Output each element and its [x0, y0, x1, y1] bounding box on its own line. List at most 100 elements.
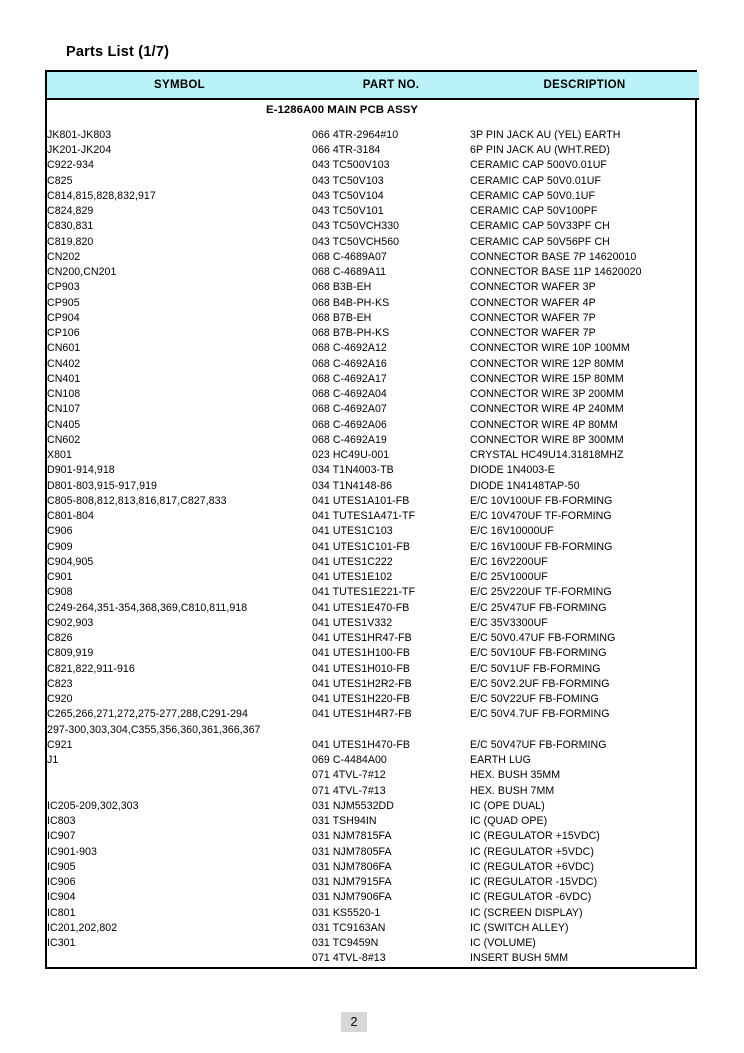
cell-symbol: IC201,202,802	[47, 921, 118, 934]
cell-description: E/C 50V22UF FB-FOMING	[470, 693, 599, 705]
table-header-row: SYMBOL PART NO. DESCRIPTION	[47, 72, 699, 100]
cell-description: CONNECTOR WIRE 10P 100MM	[470, 342, 630, 355]
cell-description: CONNECTOR WIRE 15P 80MM	[470, 372, 624, 385]
cell-part-no: 041 UTES1H220-FB	[312, 693, 410, 705]
table-row: CP904 068 B7B-EH CONNECTOR WAFER 7P	[47, 311, 699, 326]
cell-symbol: X801	[47, 449, 72, 461]
cell-description: CONNECTOR WIRE 8P 300MM	[470, 433, 624, 446]
cell-symbol: CN108	[47, 388, 81, 400]
table-row: CP903 068 B3B-EH CONNECTOR WAFER 3P	[47, 280, 699, 295]
table-row: C805-808,812,813,816,817,C827,833 041 UTE…	[47, 494, 699, 509]
parts-list-table: SYMBOL PART NO. DESCRIPTION E-1286A00 MA…	[47, 72, 699, 967]
cell-symbol: CN401	[47, 372, 81, 385]
cell-description: CONNECTOR WAFER 7P	[470, 311, 596, 324]
cell-symbol: C819,820	[47, 235, 94, 248]
table-row: CP106 068 B7B-PH-KS CONNECTOR WAFER 7P	[47, 326, 699, 341]
table-header: SYMBOL PART NO. DESCRIPTION	[47, 72, 699, 100]
cell-part-no: 041 UTES1E102	[312, 571, 393, 583]
table-row: C830,831 043 TC50VCH330 CERAMIC CAP 50V33P…	[47, 219, 699, 234]
table-row: IC901-903 031 NJM7805FA IC (REGULATOR +5VD…	[47, 845, 699, 860]
cell-description: CERAMIC CAP 50V0.1UF	[470, 189, 596, 202]
cell-symbol: CN202	[47, 250, 81, 263]
cell-part-no: 043 TC50V101	[312, 205, 384, 217]
cell-symbol: IC803	[47, 815, 76, 827]
cell-part-no: 071 4TVL-7#12	[312, 769, 386, 782]
table-row: IC907 031 NJM7815FA IC (REGULATOR +15VDC)	[47, 829, 699, 844]
cell-part-no: 071 4TVL-8#13	[312, 952, 386, 965]
cell-description: IC (OPE DUAL)	[470, 799, 545, 812]
table-row: J1 069 C-4484A00 EARTH LUG	[47, 753, 699, 768]
table-row: 071 4TVL-8#13 INSERT BUSH 5MM	[47, 951, 699, 966]
cell-description: IC (REGULATOR +6VDC)	[470, 860, 594, 873]
cell-part-no: 041 TUTES1E221-TF	[312, 586, 416, 599]
cell-symbol: 297-300,303,304,C355,356,360,361,366,367	[47, 723, 261, 736]
cell-description: E/C 25V47UF FB-FORMING	[470, 601, 607, 614]
table-row: CN402 068 C-4692A16 CONNECTOR WIRE 12P 80M…	[47, 357, 699, 372]
cell-part-no: 041 TUTES1A471-TF	[312, 510, 416, 522]
parts-list-table-container: SYMBOL PART NO. DESCRIPTION E-1286A00 MA…	[45, 70, 699, 969]
cell-symbol: C904,905	[47, 555, 94, 568]
table-row: C824,829 043 TC50V101 CERAMIC CAP 50V100PF	[47, 204, 699, 219]
cell-part-no: 043 TC50V103	[312, 174, 384, 187]
cell-description: CERAMIC CAP 50V100PF	[470, 205, 598, 217]
cell-part-no: 068 B3B-EH	[312, 281, 372, 294]
cell-part-no: 043 TC50VCH560	[312, 235, 400, 248]
table-row: CN108 068 C-4692A04 CONNECTOR WIRE 3P 200M…	[47, 387, 699, 402]
cell-description: CONNECTOR BASE 7P 14620010	[470, 250, 637, 263]
cell-symbol: C906	[47, 525, 73, 538]
table-row: C825 043 TC50V103 CERAMIC CAP 50V0.01UF	[47, 174, 699, 189]
cell-symbol	[47, 784, 312, 799]
cell-part-no: 041 UTES1H010-FB	[312, 662, 410, 675]
cell-part-no: 031 NJM7906FA	[312, 891, 392, 904]
cell-description: CONNECTOR WAFER 3P	[470, 281, 596, 294]
cell-part-no: 034 T1N4003-TB	[312, 464, 394, 477]
cell-description: E/C 25V1000UF	[470, 571, 548, 583]
table-row: IC803 031 TSH94IN IC (QUAD OPE)	[47, 814, 699, 829]
cell-symbol: C805-808,812,813,816,817,C827,833	[47, 494, 227, 507]
cell-part-no: 031 TSH94IN	[312, 815, 377, 827]
table-row: IC904 031 NJM7906FA IC (REGULATOR -6VDC)	[47, 890, 699, 905]
cell-description: E/C 10V100UF FB-FORMING	[470, 494, 613, 507]
table-row: D801-803,915-917,919 034 T1N4148-86 DIODE …	[47, 479, 699, 494]
table-row: C921 041 UTES1H470-FB E/C 50V47UF FB-FORMI…	[47, 738, 699, 753]
cell-part-no: 041 UTES1C103	[312, 525, 393, 538]
table-row: C909 041 UTES1C101-FB E/C 16V100UF FB-FORM…	[47, 540, 699, 555]
cell-part-no: 041 UTES1E470-FB	[312, 601, 410, 614]
cell-description: CONNECTOR WIRE 4P 240MM	[470, 403, 624, 416]
table-row: D901-914,918 034 T1N4003-TB DIODE 1N4003-E	[47, 463, 699, 478]
cell-part-no: 068 B4B-PH-KS	[312, 296, 390, 309]
table-row: IC201,202,802 031 TC9163AN IC (SWITCH ALLE…	[47, 921, 699, 936]
cell-description: E/C 16V2200UF	[470, 555, 548, 568]
table-row: CN107 068 C-4692A07 CONNECTOR WIRE 4P 240M…	[47, 402, 699, 417]
section-heading-cell: E-1286A00 MAIN PCB ASSY	[47, 99, 699, 120]
document-page: Parts List (1/7) SYMBOL PART NO. DESCRIP…	[0, 0, 744, 1053]
cell-symbol: C823	[47, 677, 73, 690]
cell-description: E/C 50V1UF FB-FORMING	[470, 662, 601, 675]
cell-symbol: C824,829	[47, 205, 94, 217]
cell-description: E/C 16V100UF FB-FORMING	[470, 540, 613, 553]
cell-description: CERAMIC CAP 50V0.01UF	[470, 174, 601, 187]
cell-part-no: 023 HC49U-001	[312, 449, 390, 461]
cell-description: IC (REGULATOR -15VDC)	[470, 876, 598, 888]
table-row: C920 041 UTES1H220-FB E/C 50V22UF FB-FOMIN…	[47, 692, 699, 707]
table-row: JK201-JK204 066 4TR-3184 6P PIN JACK AU (W…	[47, 143, 699, 158]
cell-description: 6P PIN JACK AU (WHT.RED)	[470, 144, 610, 156]
cell-part-no: 066 4TR-2964#10	[312, 128, 399, 141]
cell-symbol: C821,822,911-916	[47, 662, 135, 675]
cell-symbol: CN405	[47, 418, 81, 431]
cell-description: IC (SWITCH ALLEY)	[470, 921, 569, 934]
cell-symbol	[47, 951, 312, 966]
cell-symbol: C901	[47, 571, 73, 583]
page-number: 2	[341, 1012, 367, 1032]
cell-symbol: C801-804	[47, 510, 94, 522]
table-row: C819,820 043 TC50VCH560 CERAMIC CAP 50V56P…	[47, 235, 699, 250]
cell-symbol: CP106	[47, 327, 80, 339]
cell-description: 3P PIN JACK AU (YEL) EARTH	[470, 128, 621, 141]
table-row: CN602 068 C-4692A19 CONNECTOR WIRE 8P 300M…	[47, 433, 699, 448]
cell-part-no: 041 UTES1H470-FB	[312, 738, 410, 751]
cell-symbol: C249-264,351-354,368,369,C810,811,918	[47, 601, 248, 614]
page-title: Parts List (1/7)	[66, 44, 170, 60]
cell-symbol: C830,831	[47, 220, 94, 233]
table-row: C823 041 UTES1H2R2-FB E/C 50V2.2UF FB-FORM…	[47, 677, 699, 692]
table-row: C821,822,911-916 041 UTES1H010-FB E/C 50V1…	[47, 662, 699, 677]
